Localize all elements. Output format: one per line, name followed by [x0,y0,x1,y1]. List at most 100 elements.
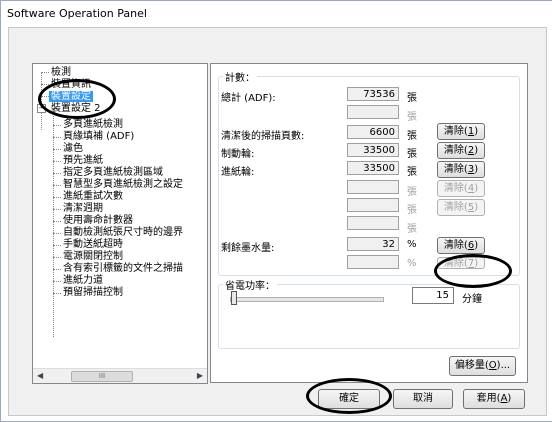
clear-7-button[interactable]: 清除(7) [437,257,485,269]
tree-connector [41,84,49,85]
tree-item-intelligent-multifeed[interactable]: 智慧型多頁進紙檢測之設定 [63,179,183,190]
offset-key: O [488,360,497,371]
power-saving-slider-thumb[interactable] [231,291,237,305]
clear-7-paren: ) [474,258,479,269]
after-cleaning-unit: 張 [407,131,417,142]
power-saving-group: 省電功率： [218,277,520,349]
clear-4-label: 清除( [443,183,468,194]
tree-item-detection[interactable]: 檢測 [51,67,71,78]
empty-counter-box [347,105,399,119]
tree-connector [53,137,61,138]
tree-connector [53,293,61,294]
cancel-button[interactable]: 取消 [393,389,453,409]
empty-counter-box [347,180,399,194]
tree-horizontal-scrollbar[interactable]: ◀ III ▶ [33,368,207,383]
apply-suffix: ) [507,393,512,404]
tree-item-device-info[interactable]: 裝置資訊 [51,79,91,90]
tree-item-pick-retry[interactable]: 進紙重試次數 [63,191,123,202]
empty-counter-box [347,216,399,230]
clear-6-label: 清除( [443,240,468,251]
ok-button[interactable]: 確定 [318,389,380,409]
clear-2-paren: ) [474,145,479,156]
after-cleaning-label: 清潔後的掃描頁數: [221,131,305,142]
offset-label: 偏移量( [454,360,489,371]
pick-roller-value: 33500 [347,161,399,175]
tree-connector [53,161,61,162]
tree-item-cleaning-cycle[interactable]: 清潔週期 [63,203,103,214]
tree-connector [41,72,49,73]
tree-connector [41,72,42,130]
brake-roller-unit: 張 [407,149,417,160]
tree-connector [53,269,61,270]
tree-connector [41,96,49,97]
clear-2-button[interactable]: 清除(2) [437,142,485,159]
collapse-icon[interactable]: − [37,104,46,113]
tree-connector [53,173,61,174]
tree-item-index-tab-scan[interactable]: 含有索引標籤的文件之掃描 [63,263,183,274]
tree-item-page-edge-filler[interactable]: 頁緣填補 (ADF) [63,131,134,142]
tree-connector [53,281,61,282]
counter-group-legend: 計數： [225,73,255,84]
clear-2-label: 清除( [443,145,468,156]
settings-tree[interactable]: − 檢測 裝置資訊 裝置設定 裝置設定 2 多頁進紙檢測 頁緣填補 (ADF) … [32,63,208,384]
power-saving-slider-track[interactable] [230,297,384,302]
tree-connector [53,185,61,186]
empty-counter-box [347,255,399,269]
tree-connector [53,245,61,246]
empty-counter-box [347,198,399,212]
empty-counter-unit: 張 [407,205,417,216]
brake-roller-label: 制動輪: [221,149,255,160]
tree-connector [53,125,61,126]
clear-1-label: 清除( [443,126,468,137]
tree-connector [53,197,61,198]
offset-button[interactable]: 偏移量(O)... [449,356,516,376]
clear-6-button[interactable]: 清除(6) [437,237,485,254]
total-adf-unit: 張 [407,93,417,104]
clear-3-button[interactable]: 清除(3) [437,161,485,178]
apply-button[interactable]: 套用(A) [463,389,525,409]
tree-item-dropout-color[interactable]: 濾色 [63,143,83,154]
pick-roller-label: 進紙輪: [221,167,255,178]
settings-panel: 計數： 總計 (ADF): 73536 張 張 清潔後的掃描頁數: 6600 張… [210,63,528,383]
ink-remaining-unit: % [407,239,417,250]
clear-1-button[interactable]: 清除(1) [437,123,485,140]
clear-5-label: 清除( [443,202,468,213]
after-cleaning-value: 6600 [347,125,399,139]
clear-4-button[interactable]: 清除(4) [437,180,485,197]
ink-remaining-label: 剩餘墨水量: [221,243,275,254]
tree-item-device-settings[interactable]: 裝置設定 [49,91,93,102]
scroll-right-arrow-icon[interactable]: ▶ [197,371,203,380]
tree-connector [53,149,61,150]
clear-5-button[interactable]: 清除(5) [437,199,485,216]
tree-connector [53,221,61,222]
clear-7-label: 清除( [443,258,468,269]
window-title: Software Operation Panel [7,7,147,20]
power-saving-unit: 分鐘 [462,294,482,305]
clear-6-paren: ) [474,240,479,251]
empty-counter-unit: % [407,258,417,269]
tree-item-reserved-scan[interactable]: 預留掃描控制 [63,287,123,298]
ink-remaining-value: 32 [347,237,399,251]
tree-item-power-off-control[interactable]: 電源關閉控制 [63,251,123,262]
tree-connector [53,257,61,258]
tree-item-pre-pick[interactable]: 預先進紙 [63,155,103,166]
apply-label: 套用( [476,393,501,404]
tree-item-auto-size-margin[interactable]: 自動檢測紙張尺寸時的邊界 [63,227,183,238]
tree-connector [53,209,61,210]
clear-3-label: 清除( [443,164,468,175]
empty-counter-unit: 張 [407,224,417,235]
scroll-left-arrow-icon[interactable]: ◀ [37,371,43,380]
tree-item-life-counter[interactable]: 使用壽命計數器 [63,215,133,226]
tree-item-multifeed-detection[interactable]: 多頁進紙檢測 [63,119,123,130]
tree-item-device-settings-2[interactable]: 裝置設定 2 [51,103,101,114]
tree-item-feed-force[interactable]: 進紙力道 [63,275,103,286]
tree-item-multifeed-area[interactable]: 指定多頁進紙檢測區域 [63,167,163,178]
brake-roller-value: 33500 [347,143,399,157]
power-saving-minutes-input[interactable]: 15 [412,287,454,304]
clear-3-paren: ) [474,164,479,175]
power-saving-legend: 省電功率： [225,281,275,292]
tree-item-manual-feed-timeout[interactable]: 手動送紙超時 [63,239,123,250]
scrollbar-thumb[interactable]: III [71,371,133,382]
tree-connector [53,114,54,337]
clear-5-paren: ) [474,202,479,213]
